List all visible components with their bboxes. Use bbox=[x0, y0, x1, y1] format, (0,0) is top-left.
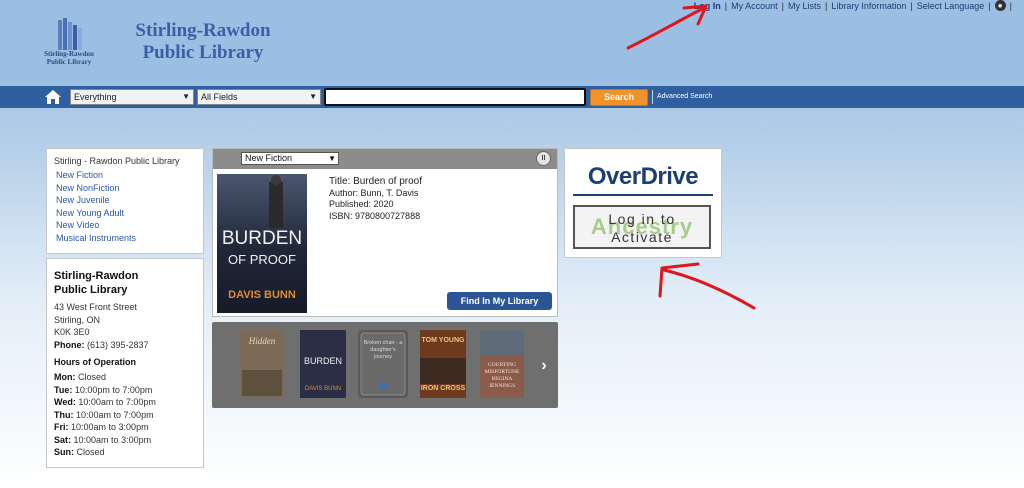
logo-caption: Stirling-Rawdon Public Library bbox=[44, 50, 94, 66]
link-separator: | bbox=[825, 0, 828, 11]
postal-code: K0K 3E0 bbox=[54, 327, 90, 337]
carousel-cover[interactable]: BURDEN DAVIS BUNN bbox=[300, 330, 346, 398]
hours-row: Wed: 10:00am to 7:00pm bbox=[54, 397, 156, 407]
book-published: Published: 2020 bbox=[329, 199, 394, 209]
list-select-value: New Fiction bbox=[245, 153, 293, 163]
library-info-panel: Stirling-Rawdon Public Library 43 West F… bbox=[46, 258, 204, 468]
library-name: Stirling-Rawdon Public Library bbox=[54, 270, 139, 296]
svg-text:DAVIS BUNN: DAVIS BUNN bbox=[228, 289, 296, 301]
carousel-next-icon[interactable]: › bbox=[536, 356, 552, 376]
link-separator: | bbox=[910, 0, 913, 11]
advanced-search-link[interactable]: Advanced Search bbox=[652, 90, 712, 104]
ancestry-activate-button[interactable]: Ancestry Log in to Activate bbox=[573, 205, 711, 249]
svg-text:TOM YOUNG: TOM YOUNG bbox=[422, 337, 465, 344]
account-links: Log In | My Account | My Lists | Library… bbox=[694, 0, 1012, 11]
book-cover[interactable]: BURDEN OF PROOF DAVIS BUNN bbox=[217, 174, 307, 313]
svg-text:DAVIS BUNN: DAVIS BUNN bbox=[305, 386, 341, 392]
search-scope-value: Everything bbox=[74, 92, 117, 102]
sidebar-link-new-young-adult[interactable]: New Young Adult bbox=[56, 207, 196, 220]
phone-line: Phone: (613) 395-2837 bbox=[54, 339, 149, 350]
feature-header: New Fiction ▼ II bbox=[213, 149, 557, 169]
book-title: Title: Burden of proof bbox=[329, 176, 423, 187]
search-field-value: All Fields bbox=[201, 92, 238, 102]
link-separator: | bbox=[988, 0, 991, 11]
hours-row: Thu: 10:00am to 7:00pm bbox=[54, 409, 154, 420]
select-language-link[interactable]: Select Language bbox=[917, 1, 985, 11]
svg-text:OF PROOF: OF PROOF bbox=[228, 252, 296, 267]
book-author: Author: Bunn, T. Davis bbox=[329, 187, 419, 198]
find-in-my-library-button[interactable]: Find In My Library bbox=[447, 292, 552, 310]
sidebar-link-new-nonfiction[interactable]: New NonFiction bbox=[56, 182, 196, 195]
login-link[interactable]: Log In bbox=[694, 1, 721, 11]
chevron-down-icon: ▼ bbox=[328, 154, 336, 163]
carousel-cover[interactable]: Broken chair - a daughter's journey bbox=[358, 330, 408, 398]
overdrive-rule bbox=[573, 194, 713, 196]
search-input[interactable] bbox=[324, 88, 586, 106]
carousel-cover[interactable]: COURTING MISFORTUNE REGINA JENNINGS bbox=[480, 330, 524, 398]
carousel-cover[interactable]: Hidden bbox=[240, 330, 284, 398]
link-separator: | bbox=[724, 0, 728, 11]
hours-row: Mon: Closed bbox=[54, 372, 107, 382]
link-separator: | bbox=[781, 0, 784, 11]
library-title[interactable]: Stirling-Rawdon Public Library bbox=[118, 20, 288, 64]
my-lists-link[interactable]: My Lists bbox=[788, 1, 821, 11]
home-icon[interactable] bbox=[44, 89, 62, 105]
svg-text:IRON CROSS: IRON CROSS bbox=[421, 385, 466, 392]
address-line-1: 43 West Front Street bbox=[54, 302, 137, 312]
hours-row: Sat: 10:00am to 3:00pm bbox=[54, 434, 152, 445]
hours-row: Fri: 10:00am to 3:00pm bbox=[54, 422, 149, 432]
search-field-select[interactable]: All Fields ▼ bbox=[197, 89, 321, 105]
address-line-2: Stirling, ON bbox=[54, 314, 101, 325]
hours-row: Sun: Closed bbox=[54, 447, 105, 457]
search-scope-select[interactable]: Everything ▼ bbox=[70, 89, 194, 105]
annotation-arrow-icon bbox=[658, 262, 756, 310]
sidebar-link-new-fiction[interactable]: New Fiction bbox=[56, 169, 196, 182]
title-carousel: Hidden BURDEN DAVIS BUNN Broken chair - … bbox=[212, 322, 558, 408]
new-items-panel: Stirling - Rawdon Public Library New Fic… bbox=[46, 148, 204, 254]
search-button[interactable]: Search bbox=[590, 89, 648, 106]
carousel-cover[interactable]: TOM YOUNG IRON CROSS bbox=[420, 330, 466, 398]
chevron-down-icon: ▼ bbox=[182, 92, 190, 101]
link-separator: | bbox=[1009, 0, 1012, 11]
panel-heading: Stirling - Rawdon Public Library bbox=[54, 156, 180, 166]
pause-icon[interactable]: II bbox=[536, 151, 551, 166]
hours-row: Tue: 10:00pm to 7:00pm bbox=[54, 384, 153, 395]
sidebar-link-musical-instruments[interactable]: Musical Instruments bbox=[56, 232, 196, 245]
activate-text: Log in to Activate bbox=[608, 211, 676, 245]
site-header: Stirling-Rawdon Public Library Stirling-… bbox=[0, 0, 1024, 86]
svg-text:Hidden: Hidden bbox=[248, 336, 276, 346]
overdrive-logo[interactable]: OverDrive bbox=[573, 163, 713, 191]
sidebar-link-new-video[interactable]: New Video bbox=[56, 219, 196, 232]
book-details: Title: Burden of proof Author: Bunn, T. … bbox=[329, 176, 422, 222]
featured-title-panel: New Fiction ▼ II BURDEN OF PROOF DAVIS B… bbox=[212, 148, 558, 317]
search-bar: Everything ▼ All Fields ▼ Search Advance… bbox=[0, 86, 1024, 108]
hours-heading: Hours of Operation bbox=[54, 357, 137, 367]
library-information-link[interactable]: Library Information bbox=[831, 1, 906, 11]
book-isbn: ISBN: 9780800727888 bbox=[329, 210, 421, 221]
chevron-down-icon: ▼ bbox=[309, 92, 317, 101]
overdrive-panel: OverDrive Ancestry Log in to Activate bbox=[564, 148, 722, 258]
svg-text:BURDEN: BURDEN bbox=[304, 356, 342, 366]
svg-text:BURDEN: BURDEN bbox=[222, 228, 302, 249]
accessibility-icon[interactable]: ● bbox=[994, 0, 1006, 11]
list-select[interactable]: New Fiction ▼ bbox=[241, 152, 339, 165]
my-account-link[interactable]: My Account bbox=[731, 1, 778, 11]
sidebar-link-new-juvenile[interactable]: New Juvenile bbox=[56, 194, 196, 207]
